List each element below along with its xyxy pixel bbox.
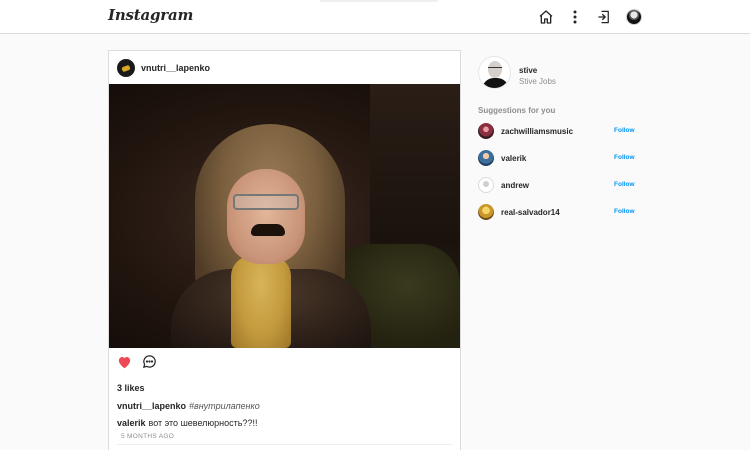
likes-count[interactable]: 3 likes [117, 383, 145, 393]
current-user-card: stive Stive Jobs [478, 56, 678, 94]
caption-username[interactable]: vnutri__lapenko [117, 401, 186, 411]
avatar [626, 9, 642, 25]
follow-button[interactable]: Follow [614, 154, 635, 161]
feed-post: vnutri__lapenko 3 likes vnutri__lapenko #… [108, 50, 461, 450]
current-user-avatar[interactable] [478, 56, 511, 89]
follow-button[interactable]: Follow [614, 127, 635, 134]
comment: valerik вот это шевелюрность??!! [117, 418, 257, 428]
instagram-logo[interactable]: Instagram [108, 6, 193, 24]
top-nav-bar: Instagram [0, 0, 750, 34]
suggestions-heading: Suggestions for you [478, 106, 556, 115]
avatar[interactable] [478, 204, 494, 220]
follow-button[interactable]: Follow [614, 181, 635, 188]
follow-button[interactable]: Follow [614, 208, 635, 215]
post-actions [117, 354, 157, 374]
post-header: vnutri__lapenko [109, 51, 460, 85]
post-caption: vnutri__lapenko #внутрилапенко [117, 401, 260, 411]
suggestion-item: zachwilliamsmusic Follow [478, 122, 638, 140]
heart-icon[interactable] [117, 355, 132, 374]
avatar[interactable] [478, 150, 494, 166]
suggestion-item: real-salvador14 Follow [478, 203, 638, 221]
profile-avatar-button[interactable] [626, 8, 642, 26]
divider [117, 444, 452, 445]
suggestion-username[interactable]: andrew [501, 181, 529, 190]
suggestion-item: andrew Follow [478, 176, 638, 194]
suggestion-username[interactable]: zachwilliamsmusic [501, 127, 573, 136]
comment-icon[interactable] [142, 354, 157, 374]
avatar[interactable] [478, 123, 494, 139]
caption-hashtag[interactable]: #внутрилапенко [189, 401, 260, 411]
home-icon[interactable] [537, 8, 555, 26]
post-author-username[interactable]: vnutri__lapenko [141, 63, 210, 73]
post-author-avatar[interactable] [117, 59, 135, 77]
suggestion-username[interactable]: real-salvador14 [501, 208, 560, 217]
avatar[interactable] [478, 177, 494, 193]
suggestion-item: valerik Follow [478, 149, 638, 167]
post-image[interactable] [109, 84, 460, 348]
logout-icon[interactable] [596, 8, 612, 26]
search-bar-edge [320, 0, 438, 2]
comment-text: вот это шевелюрность??!! [148, 418, 258, 428]
more-options-icon[interactable] [568, 8, 582, 26]
suggestion-username[interactable]: valerik [501, 154, 526, 163]
current-user-username[interactable]: stive [519, 66, 537, 75]
current-user-fullname: Stive Jobs [519, 77, 556, 86]
post-timestamp: 5 MONTHS AGO [121, 433, 175, 440]
comment-username[interactable]: valerik [117, 418, 146, 428]
